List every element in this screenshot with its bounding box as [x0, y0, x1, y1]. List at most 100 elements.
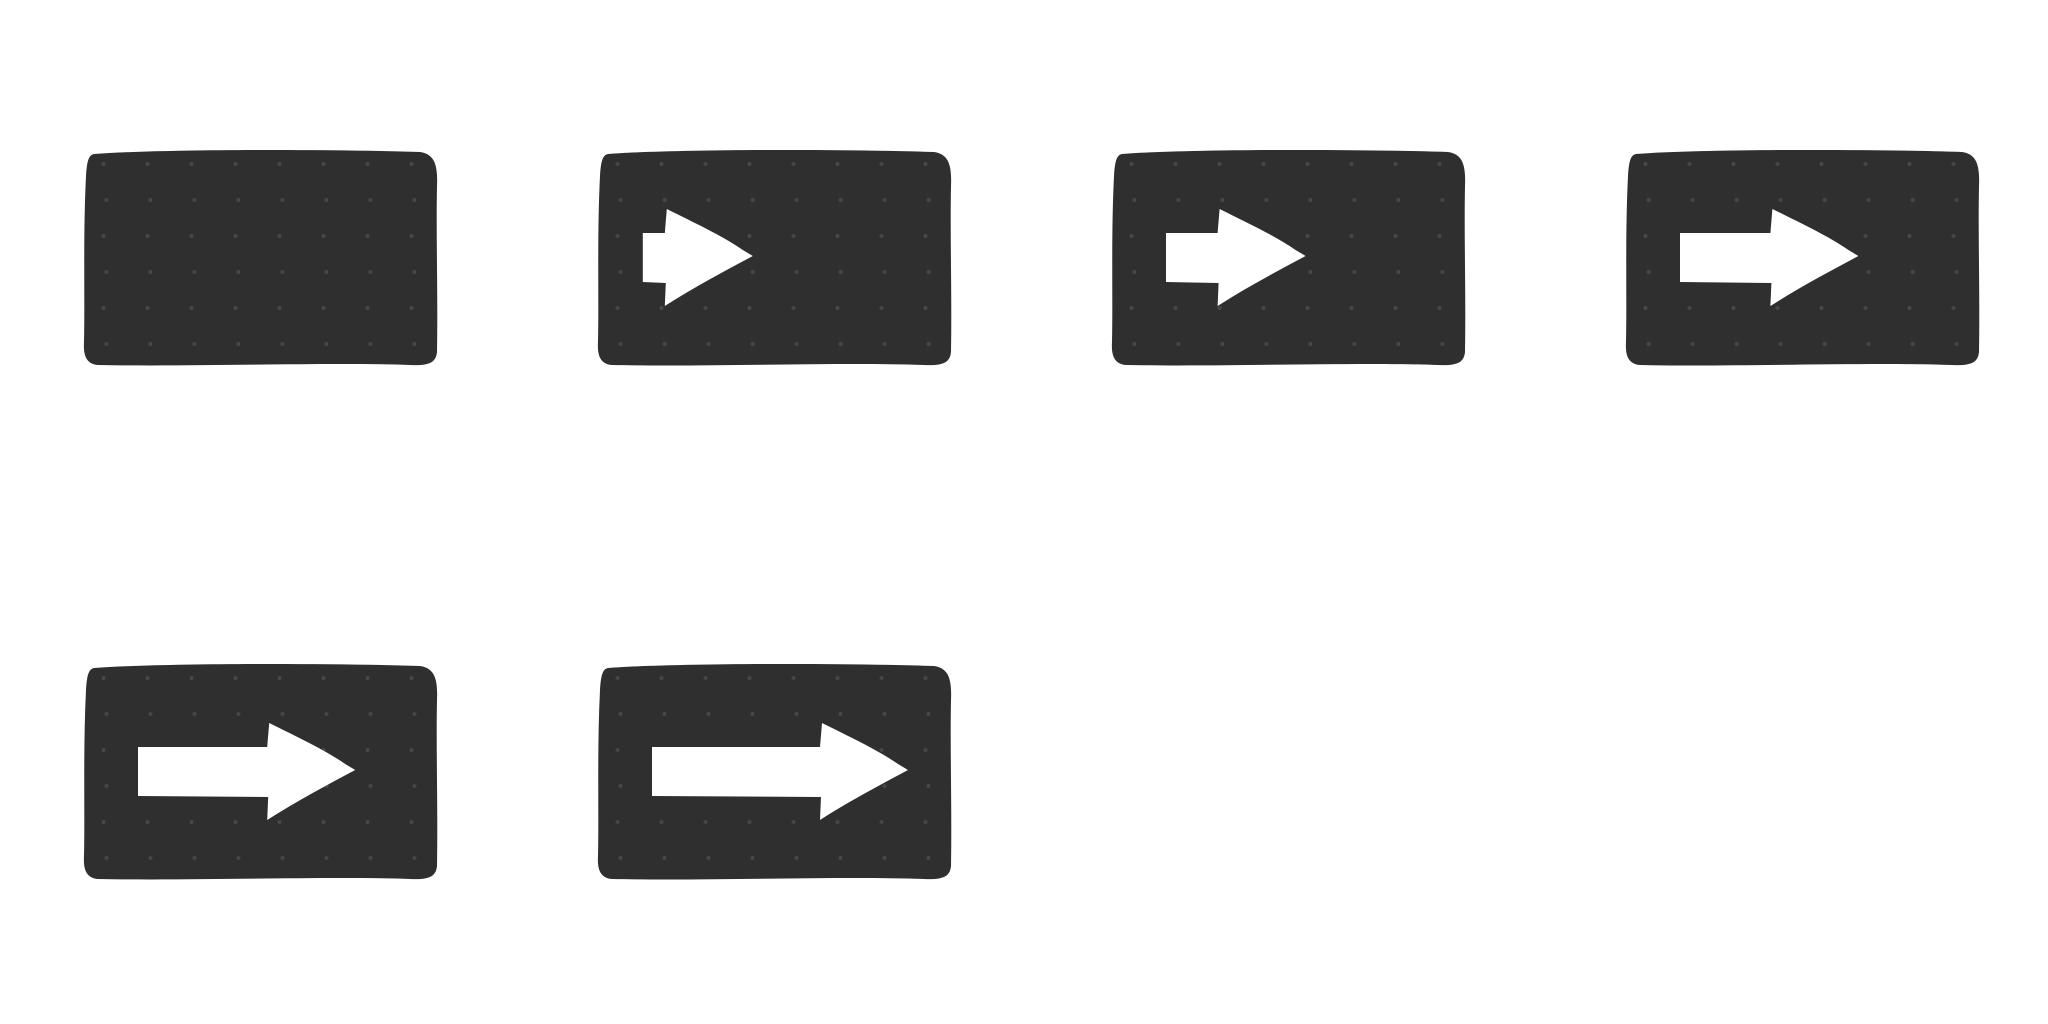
- panel-texture-dot: [1305, 162, 1310, 166]
- panel-texture-dot: [1866, 270, 1871, 274]
- panel-texture-dot: [1261, 162, 1266, 166]
- panel-texture-dot: [1393, 162, 1398, 166]
- frame-svg: [1625, 149, 1980, 366]
- panel-texture-dot: [615, 306, 620, 310]
- panel-texture-dot: [1954, 198, 1959, 202]
- panel-texture-dot: [101, 676, 106, 680]
- panel-texture-dot: [101, 306, 106, 310]
- panel-texture-dot: [236, 342, 241, 346]
- panel-texture-dot: [321, 820, 326, 824]
- panel-texture-dot: [1173, 162, 1178, 166]
- panel-texture-dot: [101, 234, 106, 238]
- panel-texture-dot: [1217, 306, 1222, 310]
- panel-texture-dot: [1690, 342, 1695, 346]
- panel-texture-dot: [145, 162, 150, 166]
- panel-texture-dot: [618, 342, 623, 346]
- panel-texture-dot: [277, 234, 282, 238]
- animation-frames: [0, 0, 2048, 1024]
- panel-texture-dot: [189, 676, 194, 680]
- panel-texture-dot: [1129, 234, 1134, 238]
- panel-texture-dot: [1907, 234, 1912, 238]
- panel-texture-dot: [1690, 198, 1695, 202]
- panel-texture-dot: [1646, 270, 1651, 274]
- panel-texture-dot: [838, 712, 843, 716]
- panel-texture-dot: [1349, 162, 1354, 166]
- panel-texture-dot: [1775, 162, 1780, 166]
- panel-texture-dot: [1646, 198, 1651, 202]
- panel-texture-dot: [926, 856, 931, 860]
- panel-texture-dot: [1437, 306, 1442, 310]
- panel-texture-dot: [321, 306, 326, 310]
- panel-texture-dot: [882, 856, 887, 860]
- panel-texture-dot: [923, 676, 928, 680]
- panel-texture-dot: [1951, 162, 1956, 166]
- panel-texture-dot: [280, 712, 285, 716]
- panel-texture-dot: [365, 748, 370, 752]
- panel-texture-dot: [280, 270, 285, 274]
- panel-texture-dot: [409, 676, 414, 680]
- panel-texture-dot: [750, 712, 755, 716]
- panel-texture-dot: [706, 342, 711, 346]
- panel-texture-dot: [703, 162, 708, 166]
- panel-texture-dot: [1129, 306, 1134, 310]
- panel-texture-dot: [1305, 306, 1310, 310]
- panel-texture-dot: [882, 784, 887, 788]
- panel-texture-dot: [409, 748, 414, 752]
- frame-2: [594, 146, 954, 370]
- panel-texture-dot: [192, 198, 197, 202]
- panel-texture-dot: [879, 306, 884, 310]
- panel-texture-dot: [835, 676, 840, 680]
- panel-texture-dot: [750, 856, 755, 860]
- panel-texture-dot: [794, 856, 799, 860]
- panel-texture-dot: [236, 856, 241, 860]
- panel-texture-dot: [104, 342, 109, 346]
- panel-texture-dot: [192, 712, 197, 716]
- panel-texture-dot: [1951, 306, 1956, 310]
- panel-texture-dot: [703, 820, 708, 824]
- panel-texture-dot: [233, 676, 238, 680]
- frame-4: [1622, 146, 1982, 370]
- panel-texture-dot: [1393, 234, 1398, 238]
- panel-texture-dot: [192, 856, 197, 860]
- panel-texture-dot: [277, 162, 282, 166]
- panel-texture-dot: [1863, 162, 1868, 166]
- panel-texture-dot: [277, 306, 282, 310]
- panel-texture-dot: [1220, 198, 1225, 202]
- panel-texture-dot: [1176, 342, 1181, 346]
- panel-texture-dot: [236, 712, 241, 716]
- panel-texture-dot: [882, 712, 887, 716]
- panel-texture-dot: [879, 748, 884, 752]
- panel-texture-dot: [923, 820, 928, 824]
- panel-texture-dot: [879, 162, 884, 166]
- panel-texture-dot: [148, 712, 153, 716]
- panel-texture-dot: [615, 162, 620, 166]
- panel-texture-dot: [324, 342, 329, 346]
- chalkboard-panel: [83, 149, 438, 366]
- panel-texture-dot: [1440, 198, 1445, 202]
- panel-texture-dot: [618, 270, 623, 274]
- panel-texture-dot: [923, 162, 928, 166]
- frame-5: [80, 660, 440, 884]
- panel-texture-dot: [1866, 342, 1871, 346]
- panel-texture-dot: [794, 712, 799, 716]
- panel-texture-dot: [882, 270, 887, 274]
- panel-texture-dot: [1866, 198, 1871, 202]
- panel-texture-dot: [1907, 306, 1912, 310]
- panel-texture-dot: [618, 856, 623, 860]
- panel-texture-dot: [926, 712, 931, 716]
- panel-texture-dot: [409, 306, 414, 310]
- panel-texture-dot: [1440, 342, 1445, 346]
- panel-texture-dot: [1132, 342, 1137, 346]
- panel-texture-dot: [838, 198, 843, 202]
- panel-texture-dot: [1132, 198, 1137, 202]
- panel-texture-dot: [1822, 342, 1827, 346]
- panel-texture-dot: [1778, 342, 1783, 346]
- panel-texture-dot: [1734, 342, 1739, 346]
- panel-texture-dot: [412, 198, 417, 202]
- panel-texture-dot: [1863, 234, 1868, 238]
- panel-texture-dot: [412, 784, 417, 788]
- panel-texture-dot: [189, 234, 194, 238]
- panel-texture-dot: [277, 820, 282, 824]
- panel-texture-dot: [365, 162, 370, 166]
- panel-texture-dot: [145, 676, 150, 680]
